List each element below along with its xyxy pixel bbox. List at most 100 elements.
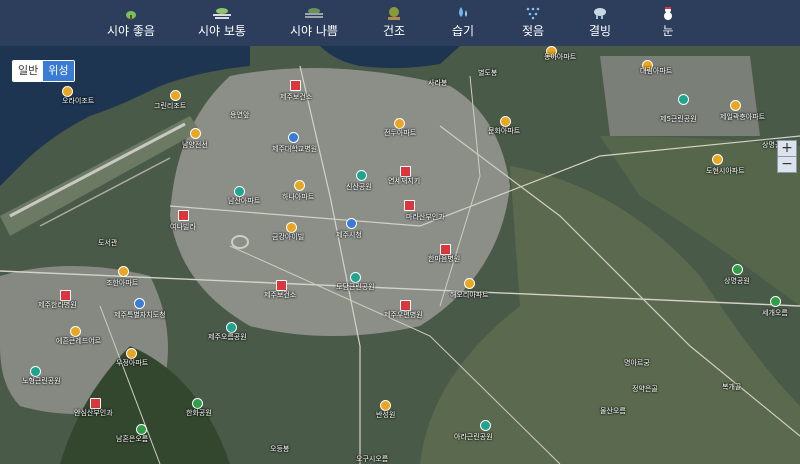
map-label: 남양전선 — [182, 141, 208, 149]
tab-dry[interactable]: 건조 — [376, 6, 412, 42]
apartment-icon[interactable] — [118, 266, 129, 277]
humidity-drop-icon — [459, 7, 467, 17]
tab-label: 시야 나쁨 — [290, 24, 338, 38]
tab-wet[interactable]: 젖음 — [515, 6, 551, 42]
map-type-normal-button[interactable]: 일반 — [13, 61, 44, 81]
wet-rain-icon — [526, 7, 540, 20]
map-label: 도현시아파트 — [706, 167, 745, 175]
clear-sky-icon — [126, 11, 136, 20]
tab-fog[interactable]: 시야 나쁨 — [286, 6, 342, 42]
map-label: 제주특별자치도청 — [114, 311, 166, 319]
apartment-icon[interactable] — [190, 128, 201, 139]
map-type-satellite-button[interactable]: 위성 — [43, 61, 74, 81]
school-icon[interactable] — [346, 218, 357, 229]
map-label: 에흔큰레드어르 — [56, 337, 102, 345]
map-label: 복개골 — [722, 383, 742, 391]
apartment-icon[interactable] — [294, 180, 305, 191]
zoom-in-button[interactable]: + — [778, 141, 796, 156]
hospital-icon[interactable] — [404, 200, 415, 211]
school-icon[interactable] — [288, 132, 299, 143]
park-icon[interactable] — [770, 296, 781, 307]
park-icon[interactable] — [480, 420, 491, 431]
map-label: 우정아파트 — [116, 359, 149, 367]
map-label: 상명공원 — [724, 277, 750, 285]
apartment-icon[interactable] — [730, 100, 741, 111]
map-label: 제주대학교병원 — [272, 145, 318, 153]
tab-label: 건조 — [382, 24, 406, 38]
map-label: 동아아파트 — [544, 53, 577, 61]
apartment-icon[interactable] — [712, 154, 723, 165]
map-label: 대림아파트 — [640, 67, 673, 75]
tab-label: 시야 좋음 — [107, 24, 155, 38]
map-label: 제주우편병원 — [384, 311, 423, 319]
map-label: 도서관 — [98, 239, 118, 247]
map-label: 안심산부인과 — [74, 409, 113, 417]
map-label: 문화아파트 — [488, 127, 521, 135]
tab-label: 결빙 — [588, 24, 612, 38]
map-label: 별도봉 — [478, 69, 498, 77]
map-label: 아라근린공원 — [454, 433, 493, 441]
map-label: 제주보건소 — [264, 291, 297, 299]
map-label: 그린리조트 — [154, 102, 187, 110]
fog-icon — [305, 8, 323, 18]
tab-ice[interactable]: 결빙 — [582, 6, 618, 42]
map-label: 제주시청 — [336, 231, 362, 239]
zoom-out-button[interactable]: − — [778, 156, 796, 172]
map-label: 정약은골 — [632, 385, 658, 393]
tab-humidity[interactable]: 습기 — [445, 6, 481, 42]
tab-clear-sky[interactable]: 시야 좋음 — [103, 6, 159, 42]
ice-icon — [594, 8, 606, 19]
map-label: 금강아이빌 — [272, 233, 305, 241]
park-icon[interactable] — [732, 264, 743, 275]
map-label: 제5근린공원 — [660, 115, 697, 123]
dry-tree-icon — [388, 7, 400, 20]
map-label: 제일곽충아파트 — [720, 113, 766, 121]
map-label: 조한아파트 — [106, 279, 139, 287]
map-imagery — [0, 46, 800, 464]
tab-label: 눈 — [662, 24, 674, 38]
map-label: 반성원 — [376, 411, 396, 419]
map-label: 세개오름 — [762, 309, 788, 317]
map-label: 여나빌라 — [170, 223, 196, 231]
map-label: 제주한라병원 — [38, 301, 77, 309]
map-label: 한마음병원 — [428, 255, 461, 263]
map-label: 해오리아파트 — [450, 291, 489, 299]
tab-label: 젖음 — [521, 24, 545, 38]
satellite-map[interactable]: 사라봉 별도봉 동아아파트 대림아파트 오라이조트 그린리조트 제주보건소 용연… — [0, 46, 800, 464]
map-type-toggle: 일반 위성 — [12, 60, 75, 82]
map-label: 신산공원 — [346, 183, 372, 191]
hospital-icon[interactable] — [178, 210, 189, 221]
map-label: 남혼은오름 — [116, 435, 149, 443]
school-icon[interactable] — [134, 298, 145, 309]
hospital-icon[interactable] — [290, 80, 301, 91]
condition-tab-bar: 시야 좋음 시야 보통 시야 나쁨 건조 습기 젖음 결빙 눈 — [0, 0, 800, 46]
map-label: 용연앞 — [230, 111, 250, 119]
map-label: 오구시오름 — [356, 455, 389, 463]
apartment-icon[interactable] — [170, 90, 181, 101]
map-label: 물산오름 — [600, 407, 626, 415]
map-label: 제주보건소 — [280, 93, 313, 101]
zoom-control: + − — [777, 140, 797, 173]
map-label: 제주오름공원 — [208, 333, 247, 341]
map-label: 오등봉 — [270, 445, 290, 453]
map-label: 사라봉 — [428, 79, 448, 87]
tab-haze[interactable]: 시야 보통 — [194, 6, 250, 42]
tab-label: 시야 보통 — [198, 24, 246, 38]
snowman-icon — [664, 7, 672, 20]
map-label: 한화공원 — [186, 409, 212, 417]
tab-snow[interactable]: 눈 — [650, 6, 686, 42]
map-label: 노형근린공원 — [22, 377, 61, 385]
map-label: 하나아파트 — [282, 193, 315, 201]
map-label: 오라이조트 — [62, 97, 95, 105]
haze-icon — [213, 8, 231, 19]
map-label: 도담근린공원 — [336, 283, 375, 291]
map-label: 마라산부인과 — [406, 213, 445, 221]
apartment-icon[interactable] — [464, 278, 475, 289]
tab-label: 습기 — [451, 24, 475, 38]
map-label: 명아르궁 — [624, 359, 650, 367]
park-icon[interactable] — [678, 94, 689, 105]
map-label: 남산아파트 — [228, 197, 261, 205]
map-label: 전두아파트 — [384, 129, 417, 137]
park-icon[interactable] — [356, 170, 367, 181]
map-label: 연세재지키 — [388, 177, 421, 185]
